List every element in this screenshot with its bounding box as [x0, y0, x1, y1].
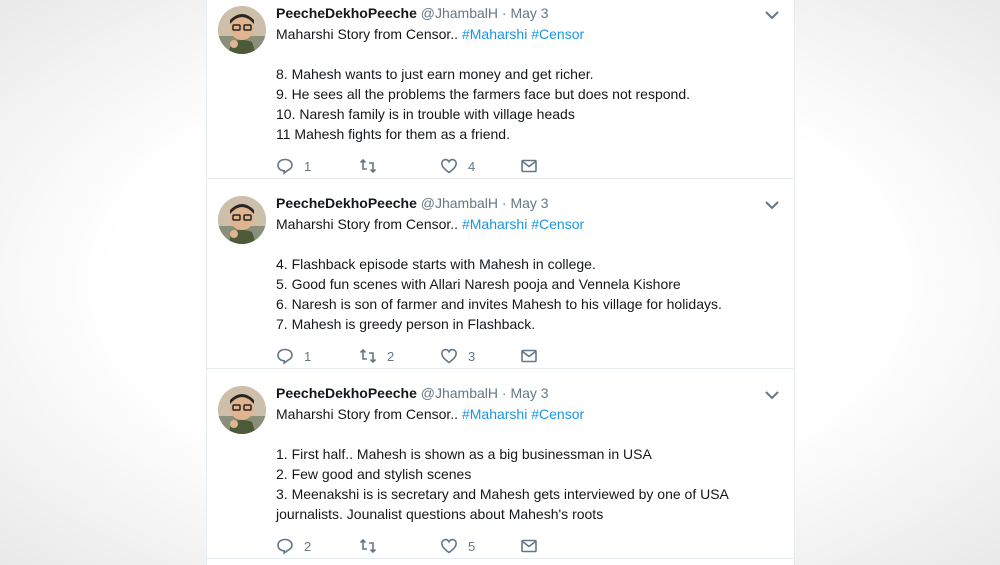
retweet-button[interactable]: 2: [359, 347, 394, 365]
tweet-line: 4. Flashback episode starts with Mahesh …: [276, 256, 596, 272]
tweet-line: 6. Naresh is son of farmer and invites M…: [276, 296, 722, 312]
tweet-line: 9. He sees all the problems the farmers …: [276, 86, 691, 102]
retweet-button[interactable]: [359, 537, 387, 555]
tweet-date[interactable]: May 3: [510, 5, 548, 21]
intro-text: Maharshi Story from Censor..: [276, 406, 459, 422]
reply-button[interactable]: 1: [276, 157, 311, 175]
reply-count: 2: [304, 538, 312, 554]
tweet-date[interactable]: May 3: [510, 195, 548, 211]
tweet-line: 5. Good fun scenes with Allari Naresh po…: [276, 276, 681, 292]
tweet-line: 2. Few good and stylish scenes: [276, 466, 472, 482]
hashtag-link[interactable]: #Censor: [531, 26, 584, 42]
hashtag-link[interactable]: #Maharshi: [462, 406, 527, 422]
like-button[interactable]: 5: [440, 537, 475, 555]
tweet-actions: 1 2 3: [276, 347, 576, 367]
tweet-line: 8. Mahesh wants to just earn money and g…: [276, 66, 594, 82]
envelope-icon: [521, 159, 537, 173]
reply-icon: [277, 158, 293, 175]
retweet-count: 2: [387, 348, 395, 364]
tweet[interactable]: PeecheDekhoPeeche @JhambalH · May 3 Maha…: [207, 374, 794, 559]
tweet-header: PeecheDekhoPeeche @JhambalH · May 3: [276, 4, 549, 22]
display-name[interactable]: PeecheDekhoPeeche: [276, 195, 417, 211]
reply-button[interactable]: 1: [276, 347, 311, 365]
tweet[interactable]: PeecheDekhoPeeche @JhambalH · May 3 Maha…: [207, 0, 794, 179]
chevron-down-icon[interactable]: [763, 6, 781, 24]
tweet-text: 4. Flashback episode starts with Mahesh …: [276, 254, 776, 334]
reply-button[interactable]: 2: [276, 537, 311, 555]
separator-dot: ·: [501, 195, 507, 211]
user-handle[interactable]: @JhambalH: [421, 195, 498, 211]
reply-icon: [277, 538, 293, 555]
tweet-header: PeecheDekhoPeeche @JhambalH · May 3: [276, 194, 549, 212]
tweet-line: 3. Meenakshi is is secretary and Mahesh …: [276, 486, 729, 502]
tweet-text: 1. First half.. Mahesh is shown as a big…: [276, 444, 776, 524]
tweet-text: 8. Mahesh wants to just earn money and g…: [276, 64, 776, 144]
envelope-icon: [521, 349, 537, 363]
direct-message-button[interactable]: [520, 157, 538, 175]
direct-message-button[interactable]: [520, 537, 538, 555]
heart-icon: [440, 158, 458, 174]
chevron-down-icon[interactable]: [763, 196, 781, 214]
hashtag-link[interactable]: #Maharshi: [462, 216, 527, 232]
tweet-line: 1. First half.. Mahesh is shown as a big…: [276, 446, 652, 462]
tweet-intro: Maharshi Story from Censor.. #Maharshi #…: [276, 215, 584, 233]
avatar[interactable]: [218, 196, 266, 244]
hashtag-link[interactable]: #Censor: [531, 216, 584, 232]
like-count: 3: [468, 348, 476, 364]
direct-message-button[interactable]: [520, 347, 538, 365]
envelope-icon: [521, 539, 537, 553]
intro-text: Maharshi Story from Censor..: [276, 26, 459, 42]
like-count: 5: [468, 538, 476, 554]
retweet-icon: [359, 158, 377, 174]
tweet-actions: 2 5: [276, 537, 576, 557]
retweet-icon: [359, 538, 377, 554]
tweet[interactable]: PeecheDekhoPeeche @JhambalH · May 3 Maha…: [207, 184, 794, 369]
retweet-button[interactable]: [359, 157, 387, 175]
heart-icon: [440, 538, 458, 554]
tweet-header: PeecheDekhoPeeche @JhambalH · May 3: [276, 384, 549, 402]
reply-count: 1: [304, 158, 312, 174]
tweet-line: 7. Mahesh is greedy person in Flashback.: [276, 316, 536, 332]
hashtag-link[interactable]: #Censor: [531, 406, 584, 422]
retweet-icon: [359, 348, 377, 364]
like-button[interactable]: 4: [440, 157, 475, 175]
user-handle[interactable]: @JhambalH: [421, 385, 498, 401]
chevron-down-icon[interactable]: [763, 386, 781, 404]
like-button[interactable]: 3: [440, 347, 475, 365]
tweet-actions: 1 4: [276, 157, 576, 177]
separator-dot: ·: [501, 385, 507, 401]
hashtag-link[interactable]: #Maharshi: [462, 26, 527, 42]
tweet-line: 10. Naresh family is in trouble with vil…: [276, 106, 575, 122]
avatar[interactable]: [218, 386, 266, 434]
tweet-line: 11 Mahesh fights for them as a friend.: [276, 126, 510, 142]
reply-icon: [277, 348, 293, 365]
intro-text: Maharshi Story from Censor..: [276, 216, 459, 232]
heart-icon: [440, 348, 458, 364]
tweet-line: journalists. Jounalist questions about M…: [276, 506, 604, 522]
tweet-thread: PeecheDekhoPeeche @JhambalH · May 3 Maha…: [206, 0, 795, 565]
display-name[interactable]: PeecheDekhoPeeche: [276, 385, 417, 401]
tweet-intro: Maharshi Story from Censor.. #Maharshi #…: [276, 405, 584, 423]
user-handle[interactable]: @JhambalH: [421, 5, 498, 21]
reply-count: 1: [304, 348, 312, 364]
display-name[interactable]: PeecheDekhoPeeche: [276, 5, 417, 21]
tweet-intro: Maharshi Story from Censor.. #Maharshi #…: [276, 25, 584, 43]
separator-dot: ·: [501, 5, 507, 21]
like-count: 4: [468, 158, 476, 174]
avatar[interactable]: [218, 6, 266, 54]
tweet-date[interactable]: May 3: [510, 385, 548, 401]
